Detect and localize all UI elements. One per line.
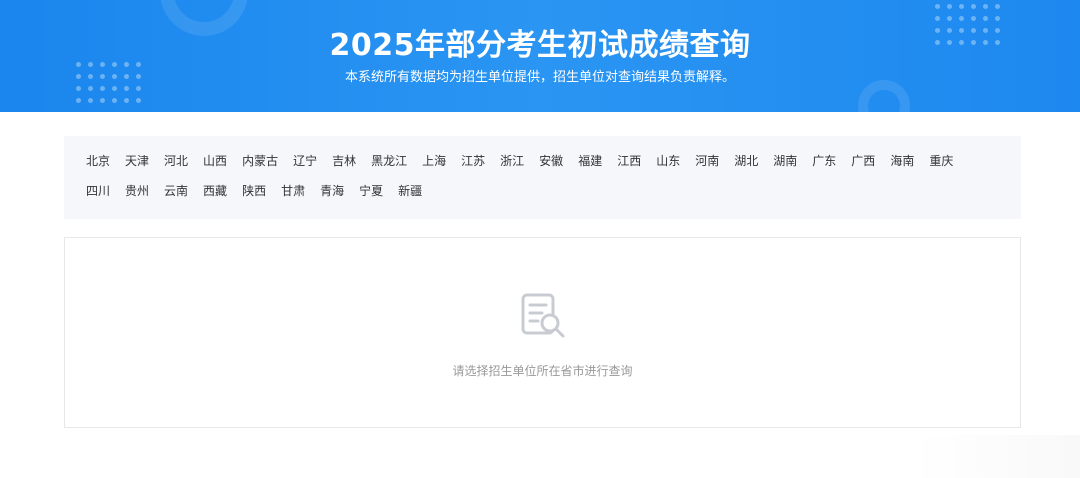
province-link[interactable]: 天津 [125, 150, 149, 172]
province-link[interactable]: 海南 [890, 150, 914, 172]
province-link[interactable]: 黑龙江 [371, 150, 407, 172]
province-link[interactable]: 宁夏 [359, 180, 383, 202]
province-link[interactable]: 青海 [320, 180, 344, 202]
province-link[interactable]: 河南 [695, 150, 719, 172]
province-link[interactable]: 广东 [812, 150, 836, 172]
page-title: 2025年部分考生初试成绩查询 [329, 28, 751, 63]
province-link[interactable]: 四川 [86, 180, 110, 202]
province-link[interactable]: 江西 [617, 150, 641, 172]
province-link[interactable]: 辽宁 [293, 150, 317, 172]
province-link[interactable]: 山东 [656, 150, 680, 172]
province-link[interactable]: 贵州 [125, 180, 149, 202]
province-link[interactable]: 河北 [164, 150, 188, 172]
province-link[interactable]: 福建 [578, 150, 602, 172]
province-link[interactable]: 浙江 [500, 150, 524, 172]
province-link[interactable]: 北京 [86, 150, 110, 172]
province-selector: 北京 天津 河北 山西 内蒙古 辽宁 吉林 黑龙江 上海 江苏 浙江 安徽 福建 江西 山东 河南 湖北 湖南 广东… [64, 136, 1021, 219]
province-link[interactable]: 云南 [164, 180, 188, 202]
header-banner: 2025年部分考生初试成绩查询 本系统所有数据均为招生单位提供，招生单位对查询结… [0, 0, 1080, 112]
province-link[interactable]: 山西 [203, 150, 227, 172]
province-link[interactable]: 重庆 [929, 150, 953, 172]
province-link[interactable]: 甘肃 [281, 180, 305, 202]
province-link[interactable]: 湖北 [734, 150, 758, 172]
province-link[interactable]: 西藏 [203, 180, 227, 202]
province-link[interactable]: 新疆 [398, 180, 422, 202]
document-search-icon [521, 293, 565, 338]
province-link[interactable]: 内蒙古 [242, 150, 278, 172]
page-subtitle: 本系统所有数据均为招生单位提供，招生单位对查询结果负责解释。 [344, 70, 735, 85]
corner-fade [912, 435, 1080, 478]
province-link[interactable]: 广西 [851, 150, 875, 172]
empty-state-text: 请选择招生单位所在省市进行查询 [452, 364, 633, 378]
province-list: 北京 天津 河北 山西 内蒙古 辽宁 吉林 黑龙江 上海 江苏 浙江 安徽 福建 江西 山东 河南 湖北 湖南 广东… [86, 150, 1001, 202]
province-link[interactable]: 陕西 [242, 180, 266, 202]
province-link[interactable]: 江苏 [461, 150, 485, 172]
province-link[interactable]: 上海 [422, 150, 446, 172]
result-panel: 请选择招生单位所在省市进行查询 [64, 237, 1021, 428]
province-link[interactable]: 湖南 [773, 150, 797, 172]
province-link[interactable]: 吉林 [332, 150, 356, 172]
province-link[interactable]: 安徽 [539, 150, 563, 172]
